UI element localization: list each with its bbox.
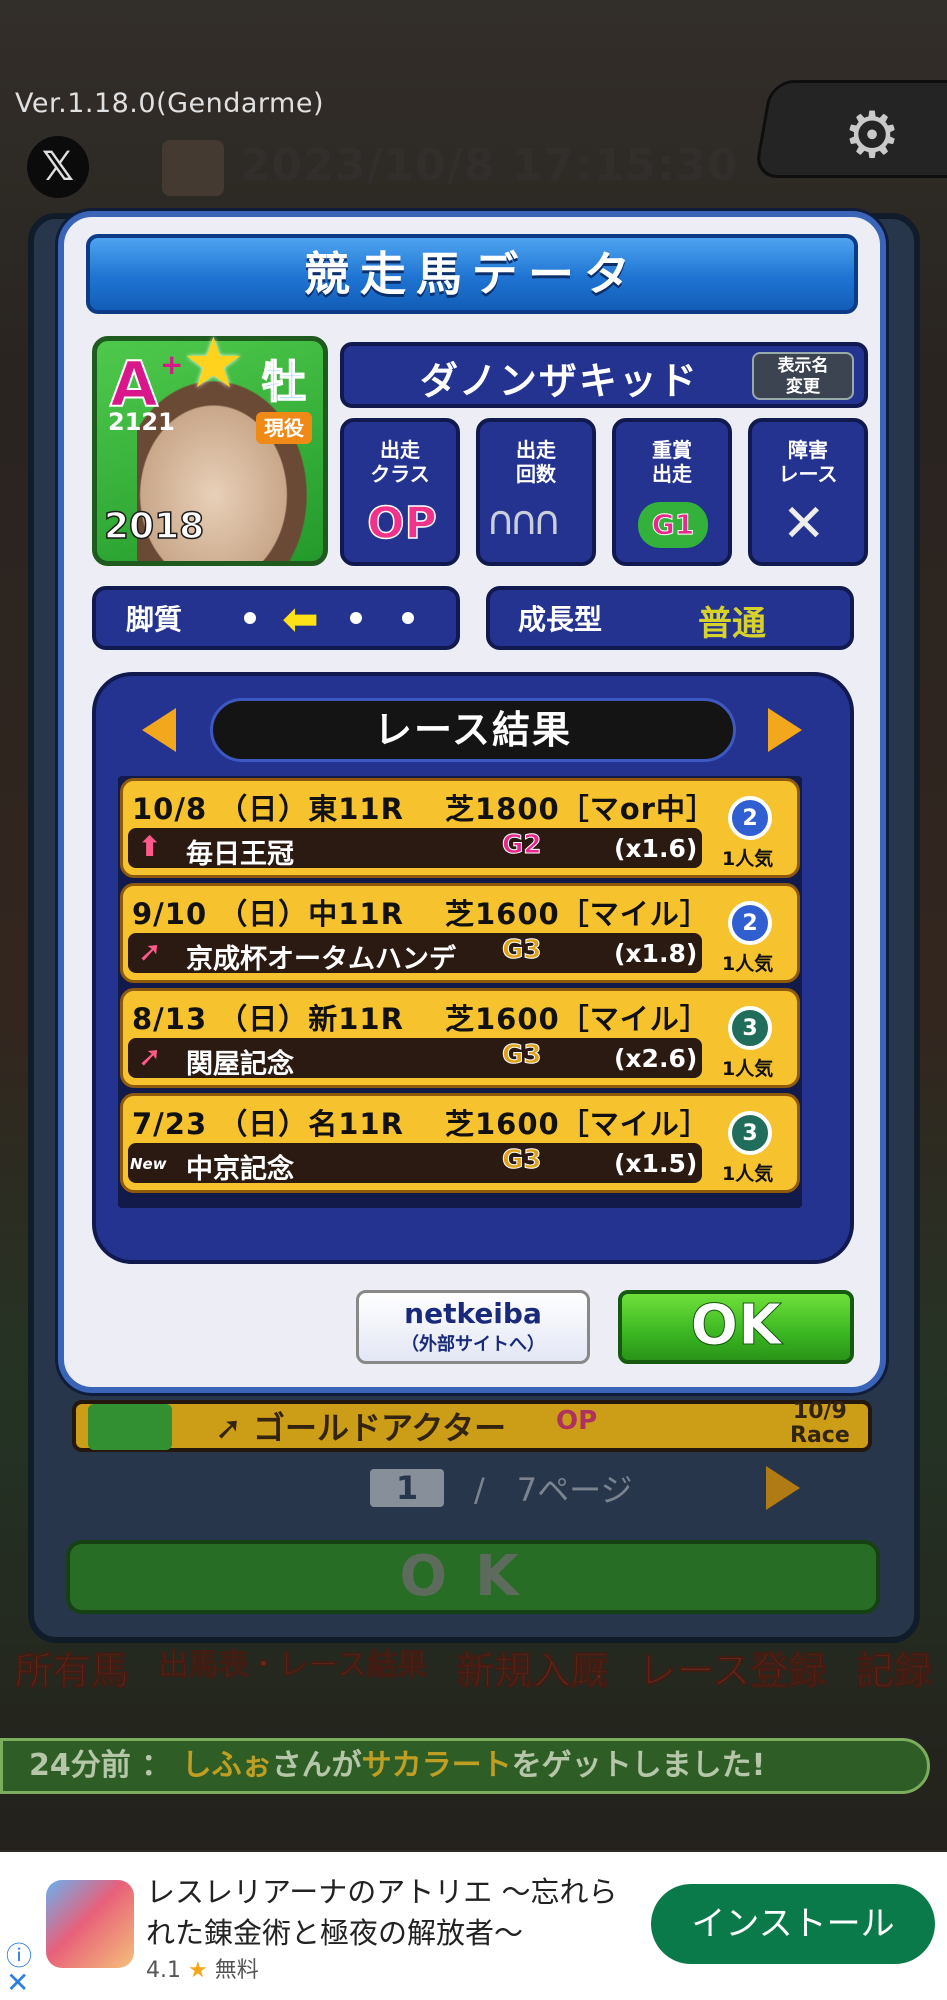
- stat-graded-label: 重賞 出走: [652, 438, 692, 486]
- prev-arrow-icon[interactable]: [142, 708, 176, 752]
- horse-rating: 2121: [108, 408, 175, 436]
- stat-hurdle-label: 障害 レース: [778, 438, 838, 486]
- running-style-dot: [244, 612, 256, 624]
- ad-app-icon[interactable]: [46, 1880, 134, 1968]
- stat-graded-value: G1: [638, 502, 708, 548]
- rank-medal-icon: 3: [728, 1111, 772, 1155]
- running-style-dot: [350, 612, 362, 624]
- running-style-label: 脚質: [126, 603, 183, 636]
- race-name: 毎日王冠: [186, 839, 294, 870]
- race-info: 9/10 （日）中11R 芝1600［マイル］: [132, 897, 710, 931]
- race-grade: G2: [501, 830, 542, 861]
- netkeiba-logo: netkeiba: [404, 1297, 542, 1330]
- stat-hurdle-value: ✕: [782, 494, 826, 554]
- popularity: 1人気: [722, 848, 774, 870]
- growth-value: 普通: [698, 604, 766, 644]
- active-badge: 現役: [256, 412, 312, 444]
- trend-arrow-icon: ⬆: [138, 830, 162, 863]
- trend-arrow-icon: ➚: [138, 935, 162, 968]
- race-info: 7/23 （日）名11R 芝1600［マイル］: [132, 1107, 710, 1141]
- race-grade: G3: [501, 1040, 542, 1071]
- close-icon[interactable]: ✕: [6, 1966, 29, 1999]
- horse-birth-year: 2018: [103, 505, 205, 548]
- rank-medal-icon: 2: [728, 796, 772, 840]
- star-icon: ★: [182, 322, 245, 404]
- stat-class-label: 出走 クラス: [370, 438, 430, 486]
- race-grade: G3: [501, 935, 542, 966]
- popularity: 1人気: [722, 953, 774, 975]
- horse-name: ダノンザキッド: [420, 359, 699, 403]
- race-odds: (x2.6): [614, 1044, 698, 1073]
- popularity: 1人気: [722, 1058, 774, 1080]
- star-icon: ★: [188, 1958, 208, 1983]
- race-odds: (x1.8): [614, 939, 698, 968]
- horse-sex: 牡: [261, 356, 307, 409]
- horseshoe-icon: ∩∩∩: [486, 498, 562, 544]
- race-odds: (x1.6): [614, 834, 698, 863]
- race-name: 京成杯オータムハンデ: [186, 944, 456, 975]
- install-button[interactable]: インストール: [651, 1884, 935, 1964]
- rename-button[interactable]: 表示名 変更: [752, 352, 854, 400]
- new-badge: New: [130, 1155, 167, 1173]
- netkeiba-subtext: （外部サイトへ）: [401, 1334, 545, 1355]
- rank-medal-icon: 3: [728, 1006, 772, 1050]
- ad-rating: 4.1 ★ 無料: [146, 1958, 259, 1983]
- race-results-title: レース結果: [210, 698, 736, 762]
- running-style-dot: [402, 612, 414, 624]
- trend-arrow-icon: ➚: [138, 1040, 162, 1073]
- stat-class-value: OP: [366, 497, 437, 550]
- ok-button[interactable]: OK: [618, 1290, 854, 1364]
- race-info: 8/13 （日）新11R 芝1600［マイル］: [132, 1002, 710, 1036]
- growth-label: 成長型: [518, 603, 603, 636]
- arrow-left-icon: ⬅: [282, 594, 319, 645]
- horse-grade-plus: +: [160, 348, 184, 381]
- stat-count-label: 出走 回数: [516, 438, 556, 486]
- netkeiba-button[interactable]: netkeiba （外部サイトへ）: [356, 1290, 590, 1364]
- race-grade: G3: [501, 1145, 542, 1176]
- race-info: 10/8 （日）東11R 芝1800［マor中］: [132, 792, 716, 826]
- ad-title[interactable]: レスレリアーナのアトリエ 〜忘れられた錬金術と極夜の解放者〜: [146, 1872, 646, 1954]
- rank-medal-icon: 2: [728, 901, 772, 945]
- race-name: 関屋記念: [186, 1049, 294, 1080]
- modal-title: 競走馬データ: [86, 234, 858, 314]
- race-odds: (x1.5): [614, 1149, 698, 1178]
- race-name: 中京記念: [186, 1154, 294, 1185]
- next-arrow-icon[interactable]: [768, 708, 802, 752]
- popularity: 1人気: [722, 1163, 774, 1185]
